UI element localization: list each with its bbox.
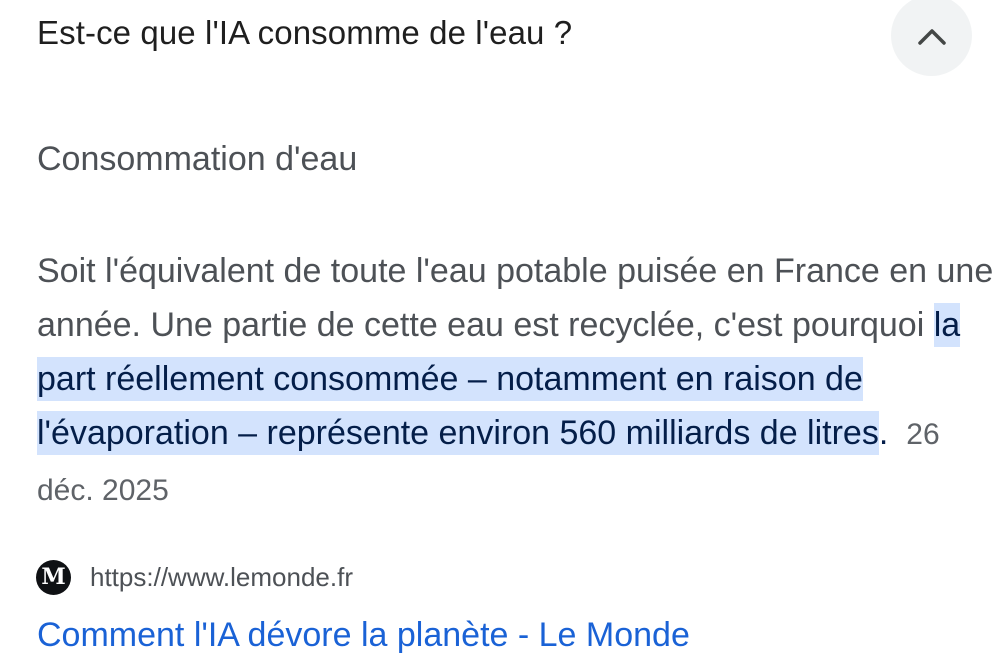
answer-text: Soit l'équivalent de toute l'eau potable… — [37, 244, 997, 518]
section-title: Consommation d'eau — [37, 140, 358, 178]
question-heading: Est-ce que l'IA consomme de l'eau ? — [37, 14, 573, 51]
source-attribution[interactable]: M https://www.lemonde.fr — [36, 559, 353, 595]
le-monde-logo-icon: M — [36, 559, 71, 595]
answer-text-plain: Soit l'équivalent de toute l'eau potable… — [37, 252, 994, 344]
source-article-link[interactable]: Comment l'IA dévore la planète - Le Mond… — [37, 616, 690, 655]
source-url[interactable]: https://www.lemonde.fr — [90, 562, 353, 593]
chevron-up-icon — [917, 28, 946, 45]
answer-period: . — [878, 414, 889, 452]
collapse-button[interactable] — [891, 0, 972, 76]
